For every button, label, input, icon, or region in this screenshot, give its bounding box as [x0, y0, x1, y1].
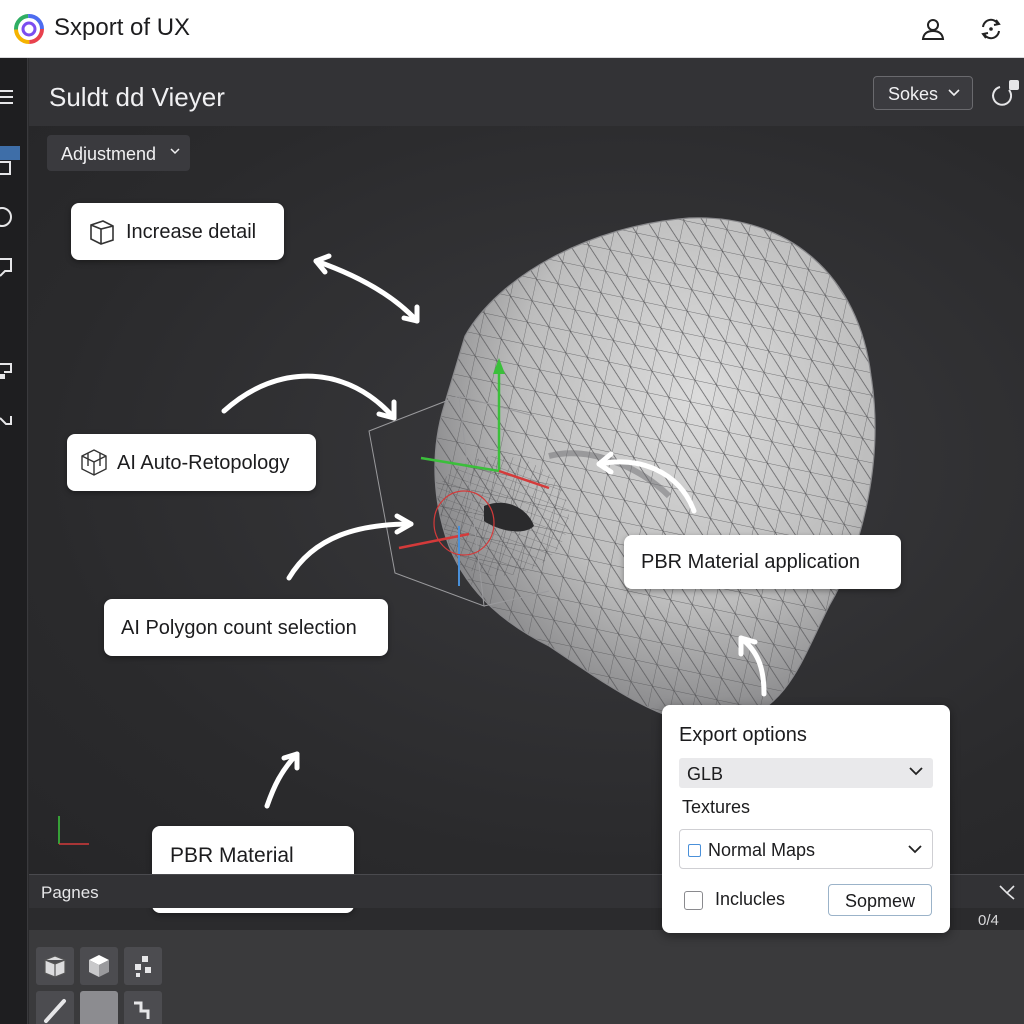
- callout-pbr-material-right[interactable]: PBR Material application: [624, 535, 901, 589]
- app-logo-icon: [14, 14, 44, 44]
- normal-maps-checkbox[interactable]: [688, 844, 701, 857]
- texture-maps-select[interactable]: Normal Maps: [679, 829, 933, 869]
- cube-outline-icon: [90, 220, 114, 245]
- chevron-down-icon: [170, 148, 180, 155]
- steps-icon: [134, 1001, 150, 1019]
- includes-label: Inclucles: [715, 889, 786, 909]
- collapse-icon[interactable]: [997, 883, 1017, 901]
- tool-box[interactable]: [36, 947, 74, 985]
- callout-polygon-count-text: AI Polygon count selection: [121, 617, 357, 639]
- callout-increase-detail[interactable]: Increase detail: [71, 203, 284, 260]
- app-title: Sxport of UX: [54, 14, 191, 41]
- chevron-down-icon: [909, 767, 923, 776]
- textures-label: Textures: [682, 797, 751, 817]
- callout-auto-retopology[interactable]: AI Auto-Retopology: [67, 434, 316, 491]
- includes-checkbox[interactable]: [684, 891, 703, 910]
- viewer-header: Suldt dd Vieyer Sokes: [29, 58, 1024, 126]
- pencil-icon: [44, 999, 66, 1023]
- adjustment-label: Adjustmend: [61, 144, 157, 164]
- scenes-label: Sokes: [888, 84, 939, 104]
- callout-polygon-count[interactable]: AI Polygon count selection: [104, 599, 388, 656]
- callout-auto-retopology-text: AI Auto-Retopology: [117, 452, 290, 474]
- 3d-head-mesh[interactable]: [409, 206, 909, 746]
- callout-increase-detail-text: Increase detail: [126, 221, 257, 243]
- comment-icon[interactable]: [0, 256, 20, 278]
- scenes-select[interactable]: Sokes: [873, 76, 973, 110]
- box-icon: [44, 955, 66, 978]
- tool-solid-cube[interactable]: [80, 947, 118, 985]
- chevron-down-icon: [908, 845, 922, 854]
- app-topbar: Sxport of UX: [0, 0, 1024, 58]
- bottom-panel-title: Pagnes: [41, 883, 99, 902]
- left-rail: [0, 58, 28, 1024]
- tag-icon[interactable]: [0, 410, 20, 432]
- help-icon[interactable]: [0, 206, 20, 228]
- export-format-value: GLB: [687, 764, 724, 784]
- tool-steps[interactable]: [124, 991, 162, 1024]
- reset-view-icon[interactable]: [987, 78, 1023, 112]
- tool-scatter[interactable]: [124, 947, 162, 985]
- solid-cube-icon: [89, 955, 109, 977]
- tool-swatch[interactable]: [80, 991, 118, 1024]
- cube-wire-icon: [81, 449, 107, 476]
- callout-pbr-material-bottom-line1: PBR Material: [170, 844, 294, 867]
- tool-pencil[interactable]: [36, 991, 74, 1024]
- chevron-down-icon: [948, 89, 960, 97]
- adjustment-dropdown[interactable]: Adjustmend: [47, 135, 190, 171]
- sync-icon[interactable]: [976, 14, 1006, 44]
- texture-maps-value: Normal Maps: [708, 840, 816, 860]
- menu-icon[interactable]: [0, 86, 20, 108]
- chat-icon[interactable]: [0, 360, 20, 382]
- tool-area: [29, 930, 1024, 1024]
- viewer-title: Suldt dd Vieyer: [49, 82, 225, 112]
- page-count: 0/4: [978, 912, 999, 929]
- export-format-select[interactable]: GLB: [679, 758, 933, 788]
- layers-icon[interactable]: [0, 146, 20, 178]
- user-icon[interactable]: [918, 14, 948, 44]
- axis-indicator-icon: [58, 816, 89, 845]
- export-title: Export options: [679, 724, 807, 746]
- scatter-icon: [135, 956, 151, 977]
- callout-pbr-material-right-text: PBR Material application: [641, 551, 860, 573]
- export-options-panel: Export options GLB Textures Normal Maps …: [662, 705, 950, 933]
- export-submit-button[interactable]: Sopmew: [828, 884, 932, 916]
